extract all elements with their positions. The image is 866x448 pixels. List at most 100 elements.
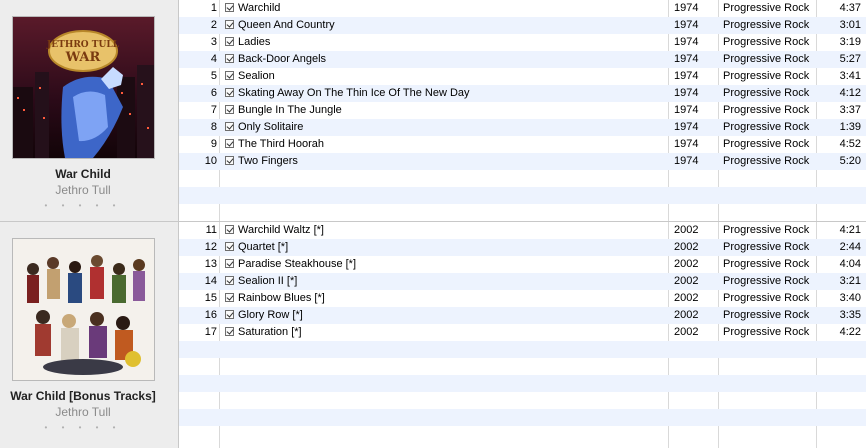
- track-time: 3:35: [839, 309, 861, 321]
- track-row[interactable]: 7 Bungle In The Jungle 1974 Progressive Roc…: [179, 102, 866, 119]
- track-checkbox[interactable]: [225, 68, 237, 85]
- track-checkbox[interactable]: [225, 51, 237, 68]
- track-list: 1 Warchild 1974 Progressive Rock 4:37 2 Queen…: [179, 0, 866, 221]
- checkbox-checked-icon: [225, 225, 234, 234]
- track-time: 4:12: [839, 87, 861, 99]
- checkbox-checked-icon: [225, 259, 234, 268]
- track-year: 1974: [674, 53, 699, 65]
- track-number: 9: [210, 138, 217, 150]
- track-time: 5:27: [839, 53, 861, 65]
- album-art-column: JETHRO TULL WAR War Child Jethro Tull • …: [0, 0, 179, 221]
- track-checkbox[interactable]: [225, 239, 237, 256]
- track-time: 1:39: [839, 121, 861, 133]
- track-name: Skating Away On The Thin Ice Of The New …: [238, 87, 470, 99]
- track-row[interactable]: 3 Ladies 1974 Progressive Rock 3:19: [179, 34, 866, 51]
- track-genre: Progressive Rock: [723, 155, 810, 167]
- checkbox-checked-icon: [225, 276, 234, 285]
- track-number: 5: [210, 70, 217, 82]
- track-genre: Progressive Rock: [723, 87, 810, 99]
- track-checkbox[interactable]: [225, 256, 237, 273]
- track-row[interactable]: 5 Sealion 1974 Progressive Rock 3:41: [179, 68, 866, 85]
- album-title: War Child: [55, 167, 111, 181]
- track-genre: Progressive Rock: [723, 19, 810, 31]
- track-genre: Progressive Rock: [723, 53, 810, 65]
- track-number: 1: [210, 2, 217, 14]
- empty-row: [179, 409, 866, 426]
- track-genre: Progressive Rock: [723, 258, 810, 270]
- album-title: War Child [Bonus Tracks]: [10, 389, 156, 403]
- track-row[interactable]: 2 Queen And Country 1974 Progressive Rock 3:…: [179, 17, 866, 34]
- track-checkbox[interactable]: [225, 136, 237, 153]
- checkbox-checked-icon: [225, 327, 234, 336]
- rating-stars[interactable]: • • • • •: [0, 201, 166, 210]
- track-time: 3:01: [839, 19, 861, 31]
- track-row[interactable]: 16 Glory Row [*] 2002 Progressive Rock 3:35: [179, 307, 866, 324]
- track-checkbox[interactable]: [225, 85, 237, 102]
- track-checkbox[interactable]: [225, 34, 237, 51]
- track-time: 4:22: [839, 326, 861, 338]
- track-name: Rainbow Blues [*]: [238, 292, 325, 304]
- track-genre: Progressive Rock: [723, 70, 810, 82]
- track-row[interactable]: 13 Paradise Steakhouse [*] 2002 Progressive…: [179, 256, 866, 273]
- checkbox-checked-icon: [225, 156, 234, 165]
- track-year: 1974: [674, 104, 699, 116]
- track-time: 4:37: [839, 2, 861, 14]
- track-time: 3:37: [839, 104, 861, 116]
- track-year: 1974: [674, 36, 699, 48]
- album-artist: Jethro Tull: [55, 183, 111, 197]
- track-name: Paradise Steakhouse [*]: [238, 258, 357, 270]
- album-art[interactable]: JETHRO TULL WAR: [12, 16, 155, 159]
- track-year: 2002: [674, 258, 699, 270]
- track-genre: Progressive Rock: [723, 138, 810, 150]
- track-checkbox[interactable]: [225, 290, 237, 307]
- track-time: 5:20: [839, 155, 861, 167]
- track-genre: Progressive Rock: [723, 224, 810, 236]
- track-checkbox[interactable]: [225, 17, 237, 34]
- track-year: 1974: [674, 155, 699, 167]
- track-number: 10: [204, 155, 217, 167]
- checkbox-checked-icon: [225, 122, 234, 131]
- rating-stars[interactable]: • • • • •: [0, 423, 166, 432]
- track-row[interactable]: 17 Saturation [*] 2002 Progressive Rock 4:22: [179, 324, 866, 341]
- checkbox-checked-icon: [225, 242, 234, 251]
- album-cover-war-child-bonus-image: [13, 239, 154, 380]
- track-row[interactable]: 9 The Third Hoorah 1974 Progressive Rock 4:5…: [179, 136, 866, 153]
- track-number: 12: [204, 241, 217, 253]
- track-checkbox[interactable]: [225, 273, 237, 290]
- track-name: Glory Row [*]: [238, 309, 303, 321]
- track-checkbox[interactable]: [225, 153, 237, 170]
- track-checkbox[interactable]: [225, 119, 237, 136]
- track-checkbox[interactable]: [225, 222, 237, 239]
- svg-text:WAR: WAR: [65, 50, 101, 65]
- track-row[interactable]: 4 Back-Door Angels 1974 Progressive Rock 5:2…: [179, 51, 866, 68]
- track-checkbox[interactable]: [225, 102, 237, 119]
- track-name: Back-Door Angels: [238, 53, 327, 65]
- track-row[interactable]: 10 Two Fingers 1974 Progressive Rock 5:20: [179, 153, 866, 170]
- track-genre: Progressive Rock: [723, 2, 810, 14]
- track-year: 2002: [674, 326, 699, 338]
- album-art[interactable]: [12, 238, 155, 381]
- track-genre: Progressive Rock: [723, 241, 810, 253]
- track-name: Only Solitaire: [238, 121, 304, 133]
- checkbox-checked-icon: [225, 54, 234, 63]
- track-name: Ladies: [238, 36, 271, 48]
- track-genre: Progressive Rock: [723, 292, 810, 304]
- track-row[interactable]: 1 Warchild 1974 Progressive Rock 4:37: [179, 0, 866, 17]
- track-checkbox[interactable]: [225, 0, 237, 17]
- track-row[interactable]: 14 Sealion II [*] 2002 Progressive Rock 3:21: [179, 273, 866, 290]
- track-row[interactable]: 15 Rainbow Blues [*] 2002 Progressive Rock 3…: [179, 290, 866, 307]
- track-year: 1974: [674, 87, 699, 99]
- track-row[interactable]: 11 Warchild Waltz [*] 2002 Progressive Rock…: [179, 222, 866, 239]
- track-row[interactable]: 8 Only Solitaire 1974 Progressive Rock 1:39: [179, 119, 866, 136]
- track-time: 2:44: [839, 241, 861, 253]
- track-year: 1974: [674, 2, 699, 14]
- track-year: 1974: [674, 70, 699, 82]
- track-genre: Progressive Rock: [723, 309, 810, 321]
- track-checkbox[interactable]: [225, 324, 237, 341]
- track-row[interactable]: 12 Quartet [*] 2002 Progressive Rock 2:44: [179, 239, 866, 256]
- track-genre: Progressive Rock: [723, 121, 810, 133]
- checkbox-checked-icon: [225, 310, 234, 319]
- track-number: 7: [210, 104, 217, 116]
- track-row[interactable]: 6 Skating Away On The Thin Ice Of The New…: [179, 85, 866, 102]
- track-checkbox[interactable]: [225, 307, 237, 324]
